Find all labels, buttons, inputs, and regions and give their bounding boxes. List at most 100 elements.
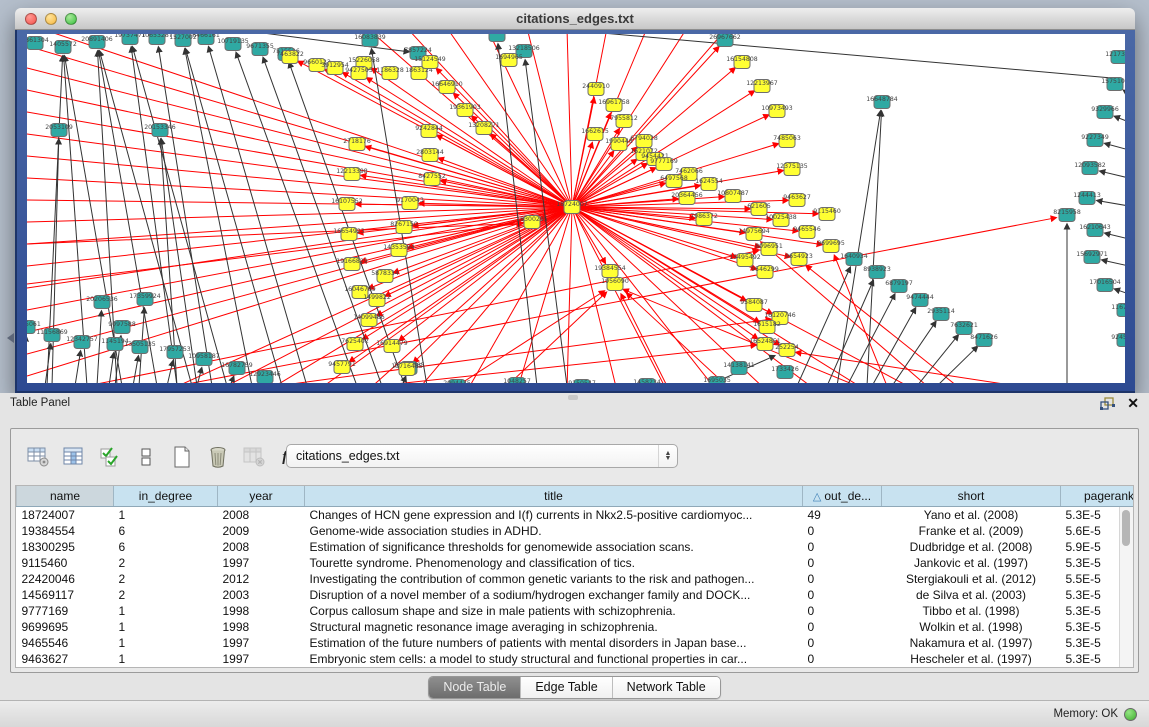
edge[interactable] <box>872 308 916 383</box>
edge[interactable] <box>132 47 227 383</box>
select-attributes-icon[interactable] <box>95 442 125 472</box>
table-row[interactable]: 1872400712008Changes of HCN gene express… <box>17 507 1135 524</box>
tab-node-table[interactable]: Node Table <box>429 677 521 698</box>
table-cell-year[interactable]: 1997 <box>218 555 305 571</box>
tab-edge-table[interactable]: Edge Table <box>521 677 612 698</box>
column-header-in_degree[interactable]: in_degree <box>114 486 218 507</box>
table-cell-title[interactable]: Investigating the contribution of common… <box>305 571 803 587</box>
table-cell-year[interactable]: 2012 <box>218 571 305 587</box>
edge[interactable] <box>263 57 382 383</box>
table-row[interactable]: 969969511998Structural magnetic resonanc… <box>17 619 1135 635</box>
table-row[interactable]: 946554611997Estimation of the future num… <box>17 635 1135 651</box>
column-header-short[interactable]: short <box>882 486 1061 507</box>
table-cell-title[interactable]: Embryonic stem cells: a model to study s… <box>305 651 803 667</box>
table-cell-short[interactable]: Hescheler et al. (1997) <box>882 651 1061 667</box>
column-header-out_de[interactable]: △out_de... <box>803 486 882 507</box>
column-header-name[interactable]: name <box>17 486 114 507</box>
table-row[interactable]: 1456911722003Disruption of a novel membe… <box>17 587 1135 603</box>
table-cell-title[interactable]: Genome-wide association studies in ADHD. <box>305 523 803 539</box>
edge[interactable] <box>572 151 614 207</box>
edge[interactable] <box>1097 201 1125 206</box>
edge[interactable] <box>1102 260 1125 266</box>
table-cell-name[interactable]: 9777169 <box>17 603 114 619</box>
vertical-scrollbar[interactable] <box>1119 507 1133 667</box>
edge[interactable] <box>133 356 138 383</box>
table-selector-dropdown[interactable]: citations_edges.txt ▲▼ <box>286 444 678 468</box>
edge[interactable] <box>236 52 357 383</box>
table-cell-year[interactable]: 2008 <box>218 539 305 555</box>
table-row[interactable]: 1830029562008Estimation of significance … <box>17 539 1135 555</box>
table-row[interactable]: 1938455462009Genome-wide association stu… <box>17 523 1135 539</box>
table-cell-out_degree[interactable]: 0 <box>803 555 882 571</box>
window-titlebar[interactable]: citations_edges.txt <box>15 8 1135 30</box>
table-cell-out_degree[interactable]: 0 <box>803 619 882 635</box>
table-cell-out_degree[interactable]: 0 <box>803 571 882 587</box>
table-cell-name[interactable]: 9465546 <box>17 635 114 651</box>
table-cell-name[interactable]: 14569117 <box>17 587 114 603</box>
edge[interactable] <box>1114 116 1125 122</box>
table-cell-in_degree[interactable]: 1 <box>114 619 218 635</box>
table-cell-out_degree[interactable]: 0 <box>803 651 882 667</box>
node-table[interactable]: namein_degreeyeartitle△out_de...shortpag… <box>16 486 1134 667</box>
edge[interactable] <box>572 207 617 383</box>
table-options-icon[interactable] <box>23 442 53 472</box>
edge[interactable] <box>109 353 114 383</box>
zoom-traffic-light-icon[interactable] <box>65 13 77 25</box>
table-cell-year[interactable]: 1998 <box>218 603 305 619</box>
table-cell-name[interactable]: 9115460 <box>17 555 114 571</box>
table-cell-in_degree[interactable]: 2 <box>114 555 218 571</box>
edge[interactable] <box>567 34 572 207</box>
delete-attribute-icon[interactable] <box>203 442 233 472</box>
close-icon[interactable]: ✕ <box>1127 396 1139 410</box>
edge[interactable] <box>27 134 572 207</box>
float-window-icon[interactable] <box>1100 397 1115 410</box>
edge[interactable] <box>1105 233 1125 239</box>
table-cell-name[interactable]: 19384554 <box>17 523 114 539</box>
close-traffic-light-icon[interactable] <box>25 13 37 25</box>
table-cell-out_degree[interactable]: 0 <box>803 603 882 619</box>
edge[interactable] <box>167 361 173 383</box>
edge[interactable] <box>75 351 81 383</box>
edge[interactable] <box>27 68 572 207</box>
table-cell-name[interactable]: 22420046 <box>17 571 114 587</box>
hide-panel-arrow-icon[interactable] <box>2 333 14 343</box>
create-table-icon[interactable] <box>167 442 197 472</box>
edge[interactable] <box>97 311 101 383</box>
edge[interactable] <box>27 207 572 222</box>
table-cell-short[interactable]: Jankovic et al. (1997) <box>882 555 1061 571</box>
edge[interactable] <box>131 47 177 383</box>
table-cell-in_degree[interactable]: 1 <box>114 651 218 667</box>
table-cell-short[interactable]: Tibbo et al. (1998) <box>882 603 1061 619</box>
scrollbar-thumb[interactable] <box>1122 510 1130 546</box>
show-column-icon[interactable] <box>59 442 89 472</box>
table-row[interactable]: 977716911998Corpus callosum shape and si… <box>17 603 1135 619</box>
edge[interactable] <box>937 346 978 383</box>
table-cell-name[interactable]: 18724007 <box>17 507 114 524</box>
table-cell-title[interactable]: Estimation of significance thresholds fo… <box>305 539 803 555</box>
table-cell-name[interactable]: 9699695 <box>17 619 114 635</box>
edge[interactable] <box>1123 90 1125 94</box>
table-cell-short[interactable]: Yano et al. (2008) <box>882 507 1061 524</box>
table-cell-out_degree[interactable]: 49 <box>803 507 882 524</box>
column-header-year[interactable]: year <box>218 486 305 507</box>
table-cell-short[interactable]: Wolkin et al. (1998) <box>882 619 1061 635</box>
network-view[interactable]: 1861304140557220891406197374711065328715… <box>27 34 1125 383</box>
table-cell-year[interactable]: 1998 <box>218 619 305 635</box>
table-cell-short[interactable]: de Silva et al. (2003) <box>882 587 1061 603</box>
table-cell-in_degree[interactable]: 1 <box>114 635 218 651</box>
table-row[interactable]: 911546021997Tourette syndrome. Phenomeno… <box>17 555 1135 571</box>
table-cell-in_degree[interactable]: 6 <box>114 539 218 555</box>
table-cell-year[interactable]: 2003 <box>218 587 305 603</box>
edge[interactable] <box>797 267 850 383</box>
edge[interactable] <box>1115 289 1125 294</box>
table-cell-out_degree[interactable]: 0 <box>803 539 882 555</box>
table-row[interactable]: 946362711997Embryonic stem cells: a mode… <box>17 651 1135 667</box>
table-cell-in_degree[interactable]: 2 <box>114 571 218 587</box>
table-cell-title[interactable]: Corpus callosum shape and size in male p… <box>305 603 803 619</box>
column-header-title[interactable]: title <box>305 486 803 507</box>
table-cell-in_degree[interactable]: 1 <box>114 603 218 619</box>
edge[interactable] <box>1100 171 1125 178</box>
table-cell-short[interactable]: Nakamura et al. (1997) <box>882 635 1061 651</box>
table-cell-in_degree[interactable]: 1 <box>114 507 218 524</box>
edge[interactable] <box>567 207 572 383</box>
